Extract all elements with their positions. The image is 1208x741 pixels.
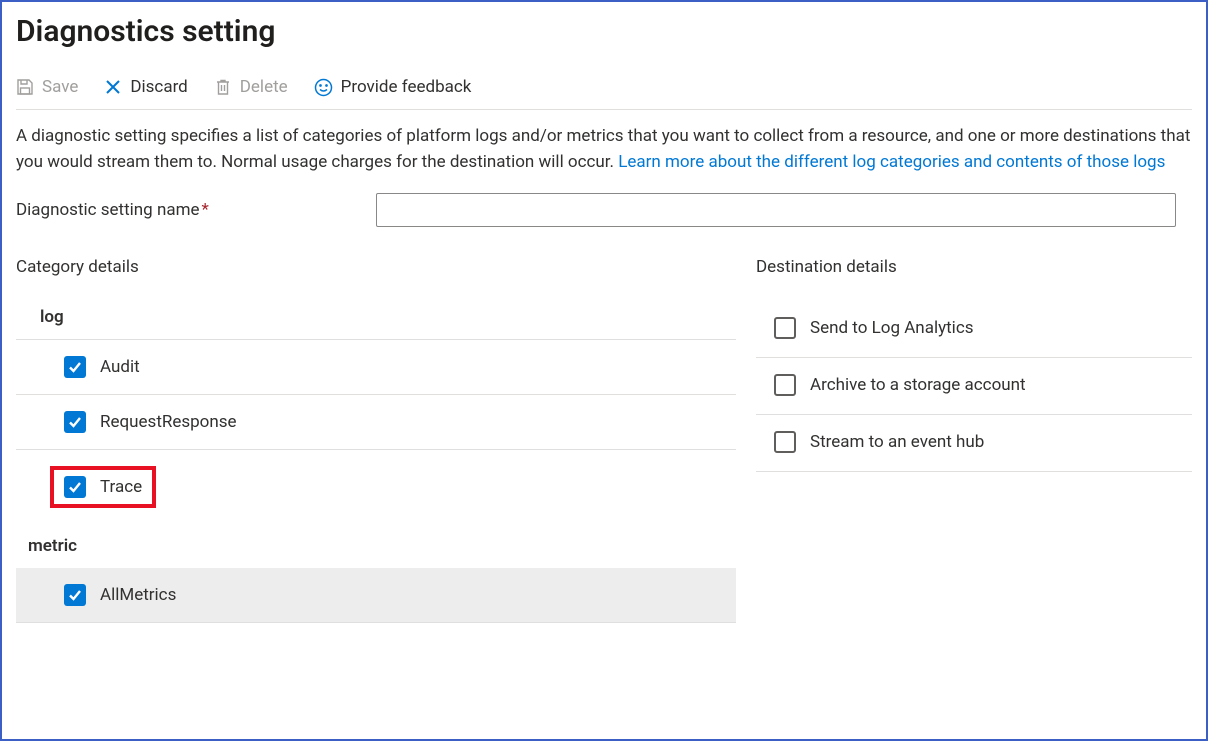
log-row-trace: Trace	[16, 450, 736, 524]
log-group-heading: log	[16, 301, 736, 340]
category-details-heading: Category details	[16, 257, 736, 277]
label-trace: Trace	[100, 477, 142, 497]
checkbox-eventhub[interactable]	[774, 431, 796, 453]
learn-more-link[interactable]: Learn more about the different log categ…	[618, 152, 1165, 172]
feedback-button[interactable]: Provide feedback	[314, 77, 472, 97]
discard-label: Discard	[130, 77, 187, 97]
log-row-audit: Audit	[16, 340, 736, 395]
save-button[interactable]: Save	[16, 77, 78, 97]
delete-label: Delete	[240, 77, 288, 97]
checkbox-storage[interactable]	[774, 374, 796, 396]
save-label: Save	[42, 77, 78, 97]
checkbox-allmetrics[interactable]	[64, 584, 86, 606]
metric-group-heading: metric	[16, 530, 736, 568]
checkbox-trace[interactable]	[64, 476, 86, 498]
label-audit: Audit	[100, 357, 140, 377]
checkbox-requestresponse[interactable]	[64, 411, 86, 433]
trash-icon	[214, 78, 232, 96]
destination-details-heading: Destination details	[756, 257, 1192, 277]
dest-row-loganalytics: Send to Log Analytics	[756, 301, 1192, 358]
save-icon	[16, 78, 34, 96]
label-loganalytics: Send to Log Analytics	[810, 318, 974, 338]
feedback-label: Provide feedback	[341, 77, 472, 97]
label-eventhub: Stream to an event hub	[810, 432, 984, 452]
discard-button[interactable]: Discard	[104, 77, 187, 97]
toolbar: Save Discard Delete Provide feedback	[16, 77, 1192, 110]
setting-name-label: Diagnostic setting name*	[16, 200, 376, 220]
metric-row-allmetrics: AllMetrics	[16, 568, 736, 623]
checkbox-audit[interactable]	[64, 356, 86, 378]
label-allmetrics: AllMetrics	[100, 585, 176, 605]
required-asterisk: *	[202, 200, 209, 220]
smiley-icon	[314, 78, 333, 97]
dest-row-storage: Archive to a storage account	[756, 358, 1192, 415]
label-requestresponse: RequestResponse	[100, 412, 237, 432]
trace-highlight: Trace	[50, 466, 156, 508]
label-storage: Archive to a storage account	[810, 375, 1026, 395]
setting-name-input[interactable]	[376, 193, 1176, 227]
close-icon	[104, 78, 122, 96]
checkbox-loganalytics[interactable]	[774, 317, 796, 339]
page-title: Diagnostics setting	[16, 14, 1192, 49]
dest-row-eventhub: Stream to an event hub	[756, 415, 1192, 472]
description-text: A diagnostic setting specifies a list of…	[16, 124, 1192, 175]
log-row-requestresponse: RequestResponse	[16, 395, 736, 450]
delete-button[interactable]: Delete	[214, 77, 288, 97]
